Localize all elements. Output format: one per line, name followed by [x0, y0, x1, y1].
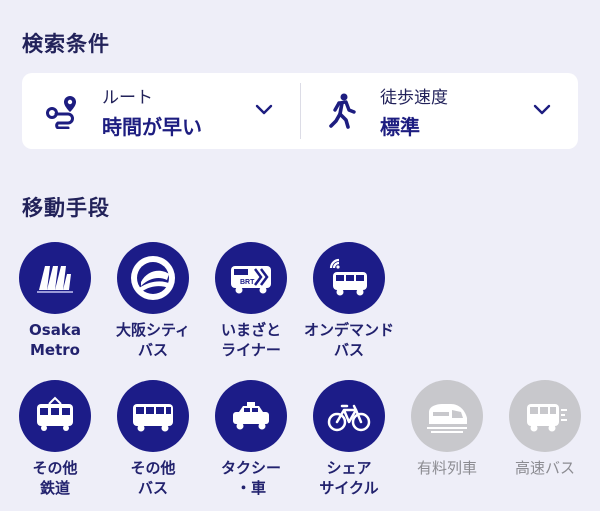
- mode-limited-express[interactable]: 有料列車: [398, 380, 496, 478]
- mode-label: オンデマンド バス: [303, 321, 394, 359]
- mode-circle: [19, 242, 91, 314]
- chevron-down-icon: [533, 104, 551, 115]
- walking-person-icon: [329, 93, 356, 129]
- mode-label: いまざと ライナー: [220, 321, 281, 359]
- mode-circle: [313, 242, 385, 314]
- bicycle-icon: [327, 404, 371, 432]
- route-value: 時間が早い: [102, 115, 202, 139]
- mode-other-bus[interactable]: その他 バス: [104, 380, 202, 498]
- chevron-down-icon: [255, 104, 273, 115]
- mode-label: シェア サイクル: [319, 459, 379, 497]
- transport-modes-title: 移動手段: [22, 196, 110, 220]
- on-demand-bus-icon: [329, 258, 367, 296]
- walk-speed-value: 標準: [380, 115, 420, 139]
- walk-speed-selector[interactable]: 徒歩速度 標準: [300, 73, 578, 149]
- train-icon: [37, 396, 73, 431]
- brt-bus-icon: BRT: [231, 266, 271, 294]
- svg-text:BRT: BRT: [240, 279, 255, 286]
- mode-label: Osaka Metro: [29, 321, 81, 359]
- route-icon: [46, 96, 76, 129]
- route-selector[interactable]: ルート 時間が早い: [22, 73, 300, 149]
- taxi-icon: [233, 402, 269, 430]
- mode-taxi-car[interactable]: タクシー ・車: [202, 380, 300, 498]
- mode-circle: [117, 380, 189, 452]
- express-train-icon: [427, 404, 467, 433]
- search-conditions-title: 検索条件: [22, 32, 110, 56]
- mode-circle: [215, 380, 287, 452]
- mode-circle: [411, 380, 483, 452]
- mode-circle: [117, 242, 189, 314]
- bus-icon: [133, 404, 173, 432]
- mode-circle: [313, 380, 385, 452]
- highway-bus-icon: [527, 404, 567, 432]
- route-label: ルート: [102, 88, 153, 108]
- mode-circle: BRT: [215, 242, 287, 314]
- mode-label: タクシー ・車: [220, 459, 281, 497]
- mode-circle: [509, 380, 581, 452]
- city-bus-logo-icon: [131, 256, 175, 300]
- osaka-metro-logo-icon: [37, 266, 73, 293]
- search-conditions-card: ルート 時間が早い 徒歩速度 標準: [22, 73, 578, 149]
- walk-speed-label: 徒歩速度: [380, 88, 448, 108]
- mode-city-bus[interactable]: 大阪シティ バス: [104, 242, 202, 360]
- mode-other-railway[interactable]: その他 鉄道: [6, 380, 104, 498]
- mode-imazato-liner[interactable]: BRT いまざと ライナー: [202, 242, 300, 360]
- mode-osaka-metro[interactable]: Osaka Metro: [6, 242, 104, 360]
- mode-label: 高速バス: [514, 459, 575, 477]
- mode-highway-bus[interactable]: 高速バス: [496, 380, 594, 478]
- mode-share-cycle[interactable]: シェア サイクル: [300, 380, 398, 498]
- mode-label: その他 鉄道: [32, 459, 78, 497]
- mode-label: その他 バス: [130, 459, 176, 497]
- mode-on-demand-bus[interactable]: オンデマンド バス: [300, 242, 398, 360]
- mode-circle: [19, 380, 91, 452]
- mode-label: 有料列車: [416, 459, 477, 477]
- mode-label: 大阪シティ バス: [115, 321, 191, 359]
